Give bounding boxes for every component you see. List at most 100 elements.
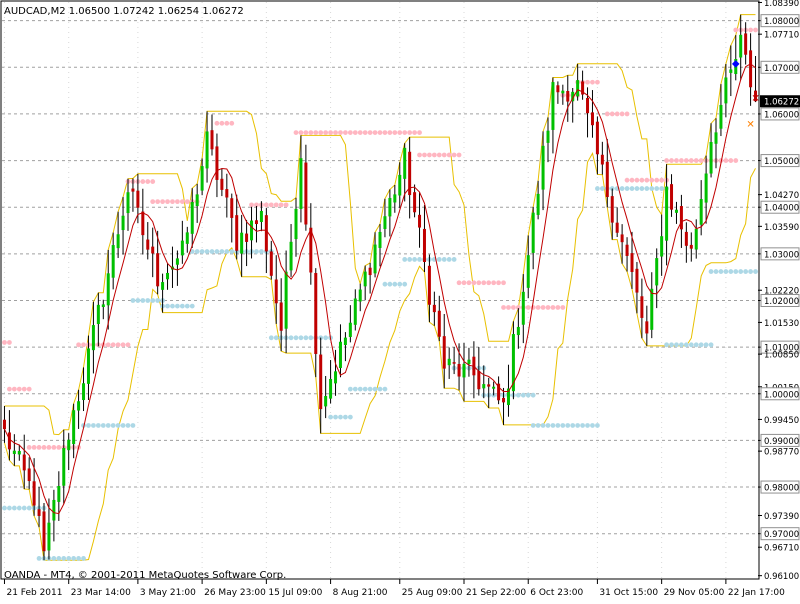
bar-body (27, 468, 31, 482)
bar-body (254, 220, 258, 225)
support-dot (347, 414, 353, 420)
resistance-dot (481, 280, 487, 286)
bar-body (274, 279, 278, 304)
support-dot (540, 423, 546, 428)
resistance-dot (397, 130, 403, 135)
support-dot (654, 186, 660, 191)
resistance-dot (150, 179, 156, 184)
support-dot (669, 342, 674, 348)
resistance-dot (16, 386, 22, 392)
price-bar (378, 224, 382, 267)
resistance-level (417, 152, 462, 158)
time-tick: 26 May 23:00 (201, 579, 266, 598)
resistance-dot (303, 130, 309, 135)
chart-footer: OANDA - MT4, © 2001-2011 MetaQuotes Soft… (4, 570, 286, 581)
resistance-level (624, 177, 669, 183)
support-dot (708, 269, 714, 274)
support-dot (170, 303, 175, 309)
price-bar (343, 332, 347, 362)
support-dot (629, 186, 635, 191)
resistance-level (604, 111, 630, 117)
resistance-dot (214, 120, 220, 126)
support-dot (679, 342, 684, 348)
price-bar (694, 219, 698, 259)
resistance-dot (323, 130, 329, 135)
price-bar (151, 227, 155, 278)
price-tick: 1.04000 (758, 200, 800, 214)
resistance-dot (466, 280, 472, 286)
bar-body (175, 258, 179, 265)
bar-body (566, 90, 570, 102)
bar-body (437, 310, 441, 337)
resistance-dot (56, 445, 62, 450)
price-tick: 0.97390 (758, 512, 799, 522)
resistance-dot (184, 199, 190, 205)
resistance-dot (357, 130, 363, 135)
price-bar (27, 457, 31, 490)
price-bar (655, 248, 659, 309)
support-dot (328, 414, 333, 420)
price-bar (739, 14, 743, 80)
price-tick-label: 0.97390 (764, 512, 799, 522)
chart-header: AUDCAD,M2 1.06500 1.07242 1.06254 1.0627… (4, 6, 244, 17)
resistance-level (249, 202, 289, 208)
support-dot (377, 386, 383, 392)
price-bar (111, 232, 115, 290)
support-dot (441, 257, 447, 262)
bar-body (670, 184, 674, 210)
resistance-dot (560, 305, 566, 310)
price-bar (245, 219, 249, 267)
price-bar (269, 240, 273, 280)
bar-body (403, 147, 407, 179)
bar-body (605, 161, 609, 198)
resistance-dot (392, 130, 398, 135)
support-dot (674, 342, 679, 348)
resistance-dot (150, 199, 156, 205)
bar-body (477, 370, 481, 390)
support-dot (634, 186, 640, 191)
resistance-dot (491, 280, 497, 286)
resistance-level (125, 179, 156, 184)
time-tick-label: 25 Aug 09:00 (402, 588, 463, 598)
bar-body (650, 288, 654, 330)
bar-body (111, 245, 115, 278)
bar-body (37, 509, 41, 516)
price-bar (650, 272, 654, 339)
resistance-dot (372, 130, 378, 135)
bar-body (660, 236, 664, 257)
bar-body (67, 439, 71, 451)
support-dot (580, 423, 585, 428)
bar-body (166, 272, 170, 280)
resistance-dot (31, 445, 37, 450)
resistance-dot (733, 158, 739, 163)
support-dot (91, 423, 96, 428)
price-bar (437, 295, 441, 342)
resistance-dot (224, 120, 230, 126)
bar-body (744, 33, 748, 55)
bar-body (116, 234, 120, 249)
bar-body (516, 326, 520, 336)
support-dot (76, 556, 81, 561)
resistance-dot (76, 342, 81, 348)
resistance-dot (525, 305, 531, 310)
support-dot (728, 269, 734, 274)
support-dot (21, 505, 27, 511)
resistance-dot (338, 130, 343, 135)
resistance-dot (501, 280, 506, 286)
resistance-dot (604, 111, 610, 117)
support-dot (407, 257, 413, 262)
price-bar (215, 133, 219, 198)
price-bar (235, 194, 239, 260)
price-tick: 1.07000 (758, 60, 800, 74)
bar-body (185, 232, 189, 244)
price-chart[interactable]: ◆✕✕ 1.083901.080001.077101.070001.060001… (0, 0, 800, 600)
time-tick-label: 3 May 21:00 (140, 588, 196, 598)
resistance-dot (728, 158, 734, 163)
support-dot (338, 414, 343, 420)
support-dot (575, 423, 581, 428)
chart-area[interactable]: ◆ ✕ ✕ 1.08390 1.08000 1.07710 1.07000 1.06000 1… (0, 0, 800, 600)
price-tick-label: 0.98770 (764, 448, 799, 458)
resistance-dot (170, 199, 175, 205)
bar-body (200, 166, 204, 191)
support-dot (343, 414, 348, 420)
